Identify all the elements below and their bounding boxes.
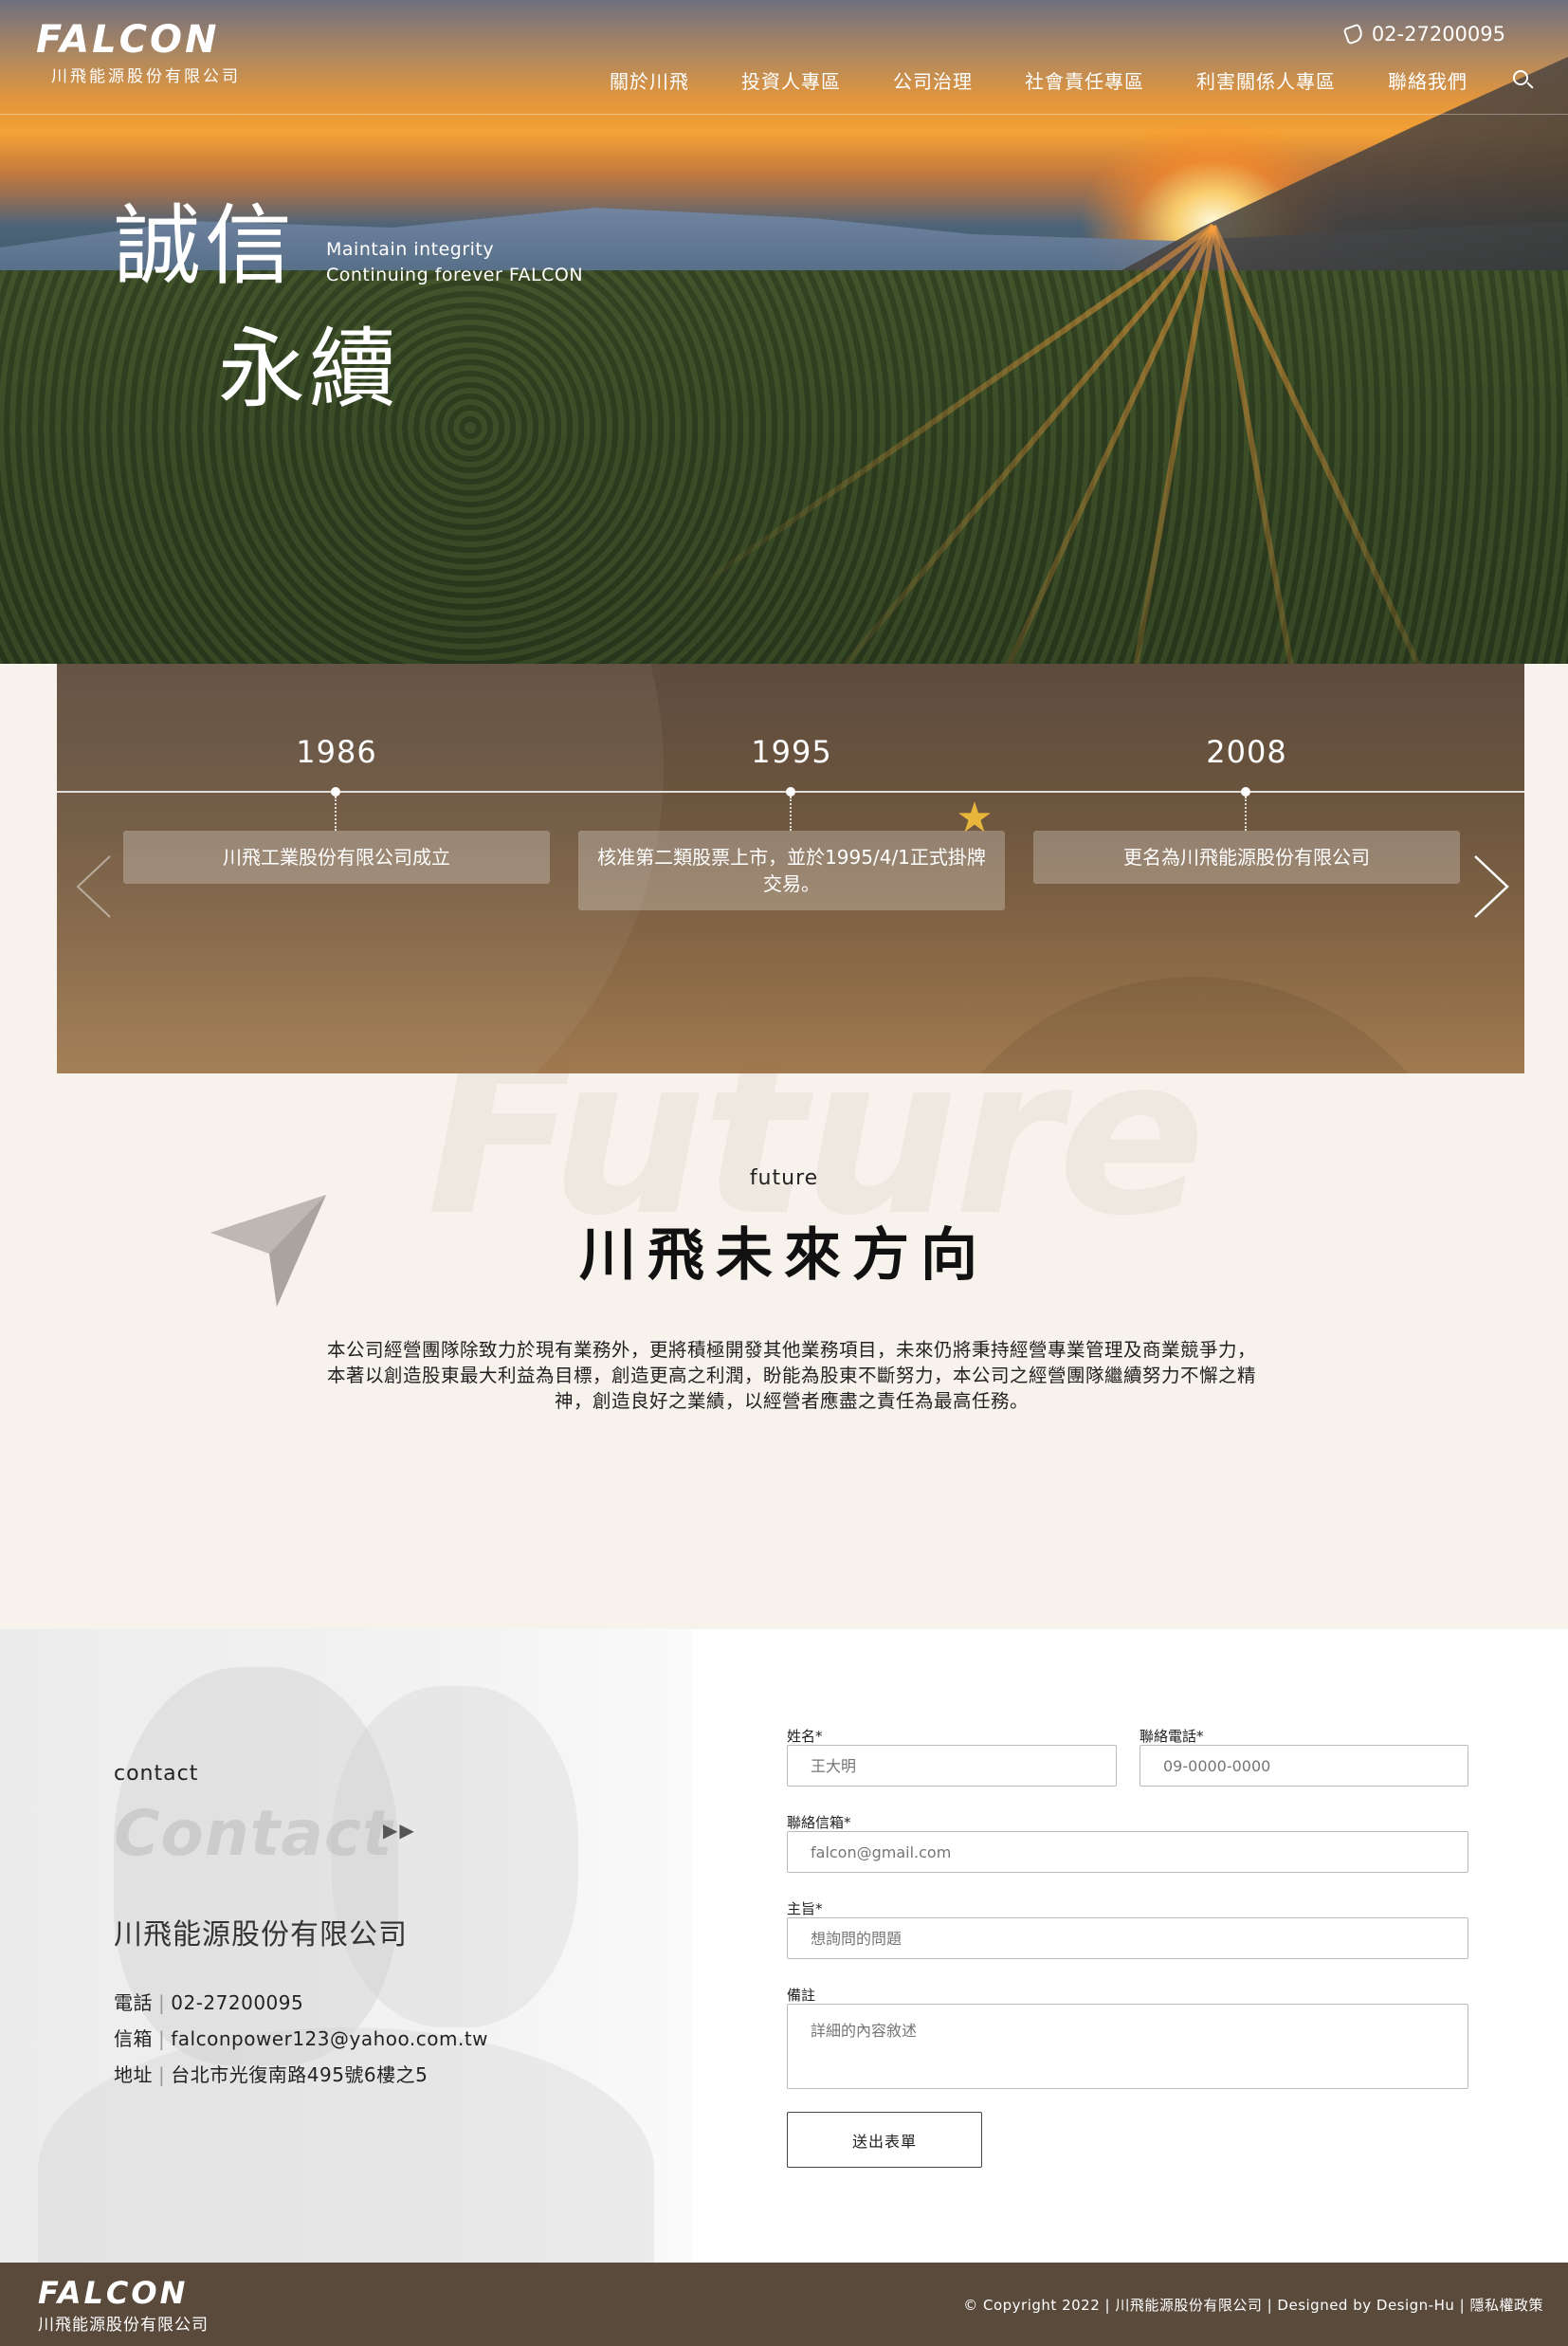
timeline-year: 1995 xyxy=(751,734,832,770)
tel-input[interactable] xyxy=(1140,1745,1468,1787)
hero-slogan-line1: 誠信 xyxy=(114,195,297,297)
email-input[interactable] xyxy=(787,1831,1468,1873)
site-logo[interactable]: FALCON 川飛能源股份有限公司 xyxy=(36,19,241,86)
footer: FALCON 川飛能源股份有限公司 © Copyright 2022 | 川飛能… xyxy=(0,2263,1568,2346)
timeline-card: 核准第二類股票上市，並於1995/4/1正式掛牌交易。 xyxy=(578,831,1005,910)
prev-arrow-icon[interactable] xyxy=(66,849,123,925)
contact-address: 地址 | 台北市光復南路495號6樓之5 xyxy=(114,2063,428,2086)
timeline-dot xyxy=(786,787,795,797)
contact-phone: 電話 | 02-27200095 xyxy=(114,1991,304,2014)
future-description: 本公司經營團隊除致力於現有業務外，更將積極開發其他業務項目，未來仍將秉持經營專業… xyxy=(326,1339,1256,1412)
phone-icon xyxy=(1342,23,1365,46)
future-subtitle: future xyxy=(749,1166,819,1190)
note-textarea[interactable] xyxy=(787,2004,1468,2089)
nav-contact[interactable]: 聯絡我們 xyxy=(1388,66,1468,94)
subject-input[interactable] xyxy=(787,1917,1468,1959)
timeline-year: 2008 xyxy=(1206,734,1287,770)
header-divider xyxy=(0,114,1568,115)
timeline-card: 更名為川飛能源股份有限公司 xyxy=(1033,831,1460,884)
nav-governance[interactable]: 公司治理 xyxy=(893,66,973,94)
submit-button[interactable]: 送出表單 xyxy=(787,2112,982,2168)
timeline-card: 川飛工業股份有限公司成立 xyxy=(123,831,550,884)
contact-email: 信箱 | falconpower123@yahoo.com.tw xyxy=(114,2027,489,2050)
footer-copyright: © Copyright 2022 | 川飛能源股份有限公司 | Designed… xyxy=(963,2295,1543,2315)
star-icon: ★ xyxy=(956,794,994,842)
note-label: 備註 xyxy=(787,1987,816,2004)
company-name: 川飛能源股份有限公司 xyxy=(114,1918,408,1952)
privacy-policy-link[interactable]: 隱私權政策 xyxy=(1469,2297,1543,2314)
nav-about[interactable]: 關於川飛 xyxy=(610,66,689,94)
search-icon[interactable] xyxy=(1513,70,1534,91)
timeline-dot xyxy=(1241,787,1250,797)
logo-subtitle: 川飛能源股份有限公司 xyxy=(51,67,241,86)
contact-watermark: Contact xyxy=(114,1797,393,1870)
name-input[interactable] xyxy=(787,1745,1117,1787)
name-label: 姓名* xyxy=(787,1728,823,1745)
nav-csr[interactable]: 社會責任專區 xyxy=(1025,66,1144,94)
footer-logo-brand: FALCON xyxy=(38,2275,189,2311)
contact-subtitle: contact xyxy=(114,1762,199,1786)
hero-slogan-en-2: Continuing forever FALCON xyxy=(326,265,584,285)
nav-stakeholders[interactable]: 利害關係人專區 xyxy=(1196,66,1336,94)
hero-slogan-english: Maintain integrity Continuing forever FA… xyxy=(326,237,583,288)
hero-slogan-line2: 永續 xyxy=(218,319,401,420)
logo-brand: FALCON xyxy=(36,18,220,62)
hero-slogan-en-1: Maintain integrity xyxy=(326,239,495,260)
email-label: 聯絡信箱* xyxy=(787,1814,851,1831)
main-nav: 關於川飛 投資人專區 公司治理 社會責任專區 利害關係人專區 聯絡我們 xyxy=(610,66,1468,94)
footer-logo-subtitle: 川飛能源股份有限公司 xyxy=(38,2316,209,2335)
next-arrow-icon[interactable] xyxy=(1462,849,1519,925)
header-phone[interactable]: 02-27200095 xyxy=(1342,23,1505,46)
footer-logo[interactable]: FALCON 川飛能源股份有限公司 xyxy=(38,2277,209,2335)
subject-label: 主旨* xyxy=(787,1900,823,1917)
tel-label: 聯絡電話* xyxy=(1140,1728,1204,1745)
copyright-text: © Copyright 2022 | 川飛能源股份有限公司 | Designed… xyxy=(963,2297,1470,2314)
paper-plane-icon xyxy=(210,1195,326,1307)
timeline-dot xyxy=(331,787,340,797)
nav-investors[interactable]: 投資人專區 xyxy=(741,66,841,94)
double-arrow-icon: ▶▶ xyxy=(383,1819,416,1842)
header-phone-number: 02-27200095 xyxy=(1371,23,1505,46)
timeline-year: 1986 xyxy=(296,734,377,770)
